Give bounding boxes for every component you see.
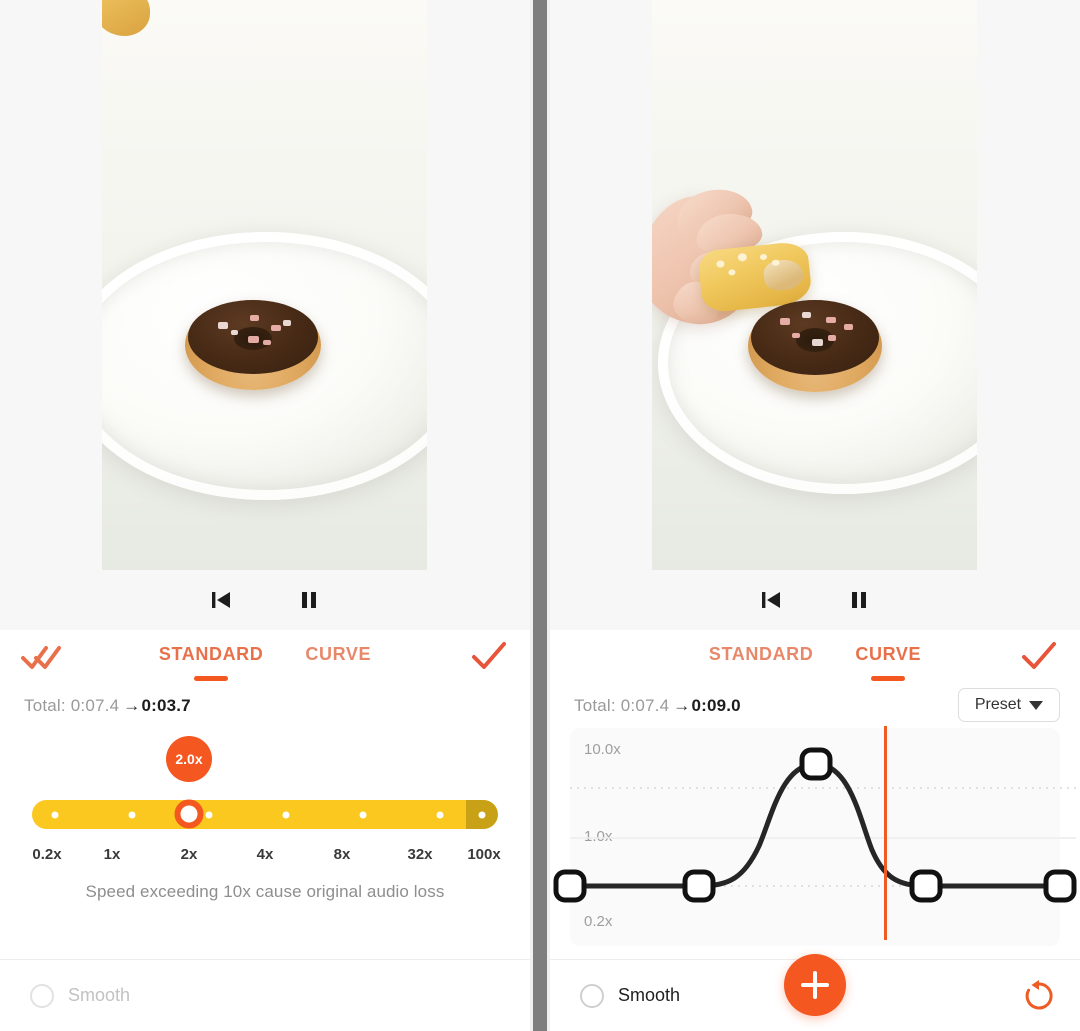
donut-shape (748, 300, 882, 392)
skip-to-start-icon[interactable] (754, 583, 788, 617)
curve-editor-right: STANDARD CURVE Total: 0:07.4 →0:09.0 Pre… (550, 630, 1080, 1031)
tick-label[interactable]: 4x (257, 846, 274, 863)
total-prefix: Total: 0:07.4 (24, 696, 120, 715)
total-duration-left: Total: 0:07.4 →0:03.7 (24, 696, 191, 716)
video-frame-left[interactable] (102, 0, 427, 570)
tab-curve-label: CURVE (305, 644, 372, 664)
slider-dot (51, 811, 59, 818)
crumb-shape (102, 0, 150, 36)
right-panel-curve-speed: STANDARD CURVE Total: 0:07.4 →0:09.0 Pre… (550, 0, 1080, 1031)
video-preview-area-left (0, 0, 530, 630)
tab-standard[interactable]: STANDARD (705, 642, 817, 667)
active-tab-underline (871, 676, 906, 681)
tab-standard-label: STANDARD (708, 644, 814, 664)
slider-thumb[interactable] (174, 799, 204, 829)
smooth-row-right: Smooth (550, 954, 1080, 1031)
video-preview-area-right (550, 0, 1080, 630)
add-curve-point-button[interactable] (784, 954, 846, 1016)
curve-path (567, 761, 1063, 889)
tab-curve[interactable]: CURVE (851, 642, 925, 681)
smooth-toggle-right[interactable]: Smooth (580, 983, 681, 1008)
confirm-check-icon[interactable] (470, 638, 508, 674)
smooth-toggle-left[interactable]: Smooth (30, 983, 131, 1008)
total-duration-row-right: Total: 0:07.4 →0:09.0 Preset (550, 686, 1080, 728)
total-duration-row-left: Total: 0:07.4 →0:03.7 (0, 686, 530, 728)
slider-dot (359, 811, 367, 818)
smooth-label: Smooth (618, 985, 681, 1005)
video-frame-right[interactable] (652, 0, 977, 570)
tick-label[interactable]: 100x (467, 846, 500, 863)
panel-divider (530, 0, 550, 1031)
playback-controls-right (550, 570, 1080, 630)
tab-standard[interactable]: STANDARD (155, 642, 267, 681)
tab-curve[interactable]: CURVE (301, 642, 375, 667)
reset-curve-icon[interactable] (1022, 979, 1056, 1013)
left-panel-standard-speed: STANDARD CURVE Total: 0:07.4 →0:03.7 2.0… (0, 0, 530, 1031)
speed-bubble-wrap: 2.0x (0, 728, 530, 790)
curve-handle (909, 869, 943, 903)
speed-curve-chart[interactable]: 10.0x 1.0x 0.2x (553, 726, 1077, 946)
plus-icon (813, 971, 817, 999)
duration-arrow: → (123, 696, 141, 715)
dual-screenshot-comparison: STANDARD CURVE Total: 0:07.4 →0:03.7 2.0… (0, 0, 1080, 1031)
curve-handle (553, 869, 587, 903)
smooth-radio-icon[interactable] (580, 983, 604, 1008)
tab-row-right: STANDARD CURVE (550, 630, 1080, 686)
pause-icon[interactable] (842, 583, 876, 617)
smooth-row-left: Smooth (0, 959, 530, 1031)
slider-dot (436, 811, 444, 818)
tick-label[interactable]: 32x (407, 846, 432, 863)
mode-tabs-left: STANDARD CURVE (0, 642, 530, 681)
confirm-check-icon[interactable] (1020, 638, 1058, 674)
playback-controls-left (0, 570, 530, 630)
audio-loss-hint: Speed exceeding 10x cause original audio… (85, 882, 445, 901)
tab-row-left: STANDARD CURVE (0, 630, 530, 686)
skip-to-start-icon[interactable] (204, 583, 238, 617)
slider-dot (282, 811, 290, 818)
speed-value-bubble: 2.0x (166, 736, 212, 782)
playhead-indicator[interactable] (884, 726, 887, 940)
speed-editor-left: STANDARD CURVE Total: 0:07.4 →0:03.7 2.0… (0, 630, 530, 1031)
chevron-down-icon (1029, 700, 1044, 710)
curve-svg[interactable] (553, 728, 1077, 946)
speed-tick-labels: 0.2x 1x 2x 4x 8x 32x 100x (0, 838, 530, 876)
pause-icon[interactable] (292, 583, 326, 617)
tick-label[interactable]: 0.2x (32, 846, 61, 863)
total-duration-right: Total: 0:07.4 →0:09.0 (574, 696, 741, 716)
mode-tabs-right: STANDARD CURVE (550, 642, 1080, 681)
tab-standard-label: STANDARD (158, 644, 264, 664)
curve-handle (799, 747, 833, 781)
total-prefix: Total: 0:07.4 (574, 696, 670, 715)
slider-dot (128, 811, 136, 818)
curve-handle (1043, 869, 1077, 903)
smooth-label: Smooth (68, 985, 131, 1005)
donut-shape (185, 300, 321, 390)
duration-arrow: → (673, 696, 691, 715)
speed-slider[interactable] (0, 790, 530, 838)
preset-label: Preset (974, 696, 1022, 713)
tab-curve-label: CURVE (855, 644, 922, 664)
total-result: 0:09.0 (691, 696, 741, 715)
smooth-radio-icon[interactable] (30, 983, 54, 1008)
preset-dropdown[interactable]: Preset (958, 688, 1060, 722)
slider-dot (205, 811, 213, 818)
tick-label[interactable]: 8x (334, 846, 351, 863)
total-result: 0:03.7 (141, 696, 191, 715)
slider-track[interactable] (32, 800, 498, 829)
active-tab-underline (194, 676, 229, 681)
slider-dot (478, 811, 486, 818)
tick-label[interactable]: 2x (181, 846, 198, 863)
curve-handle (682, 869, 716, 903)
tick-label[interactable]: 1x (104, 846, 121, 863)
